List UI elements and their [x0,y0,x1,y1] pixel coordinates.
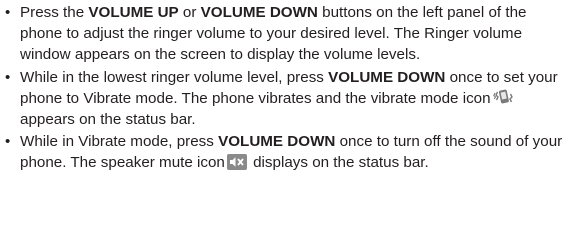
volume-down-term: VOLUME DOWN [218,133,336,151]
bullet-marker: • [5,4,11,21]
list-item: • While in the lowest ringer volume leve… [0,67,565,131]
instruction-document: • Press the VOLUME UP or VOLUME DOWN but… [0,2,575,174]
item-text: displays on the status bar. [248,154,429,172]
volume-down-term: VOLUME DOWN [200,4,318,21]
bullet-marker: • [5,68,11,86]
volume-down-term: VOLUME DOWN [328,68,446,86]
volume-up-term: VOLUME UP [88,4,179,21]
list-item: • While in Vibrate mode, press VOLUME DO… [0,131,565,173]
speaker-mute-icon [226,154,247,171]
instruction-bullet-list: • Press the VOLUME UP or VOLUME DOWN but… [0,2,575,174]
item-text: or [178,4,201,21]
bullet-marker: • [5,133,11,151]
item-text: appears on the status bar. [20,111,196,129]
vibrate-mode-icon [492,88,515,106]
item-text: While in the lowest ringer volume level,… [20,68,329,86]
item-text: While in Vibrate mode, press [20,133,219,151]
item-text: Press the [20,4,89,21]
list-item: • Press the VOLUME UP or VOLUME DOWN but… [0,2,565,66]
